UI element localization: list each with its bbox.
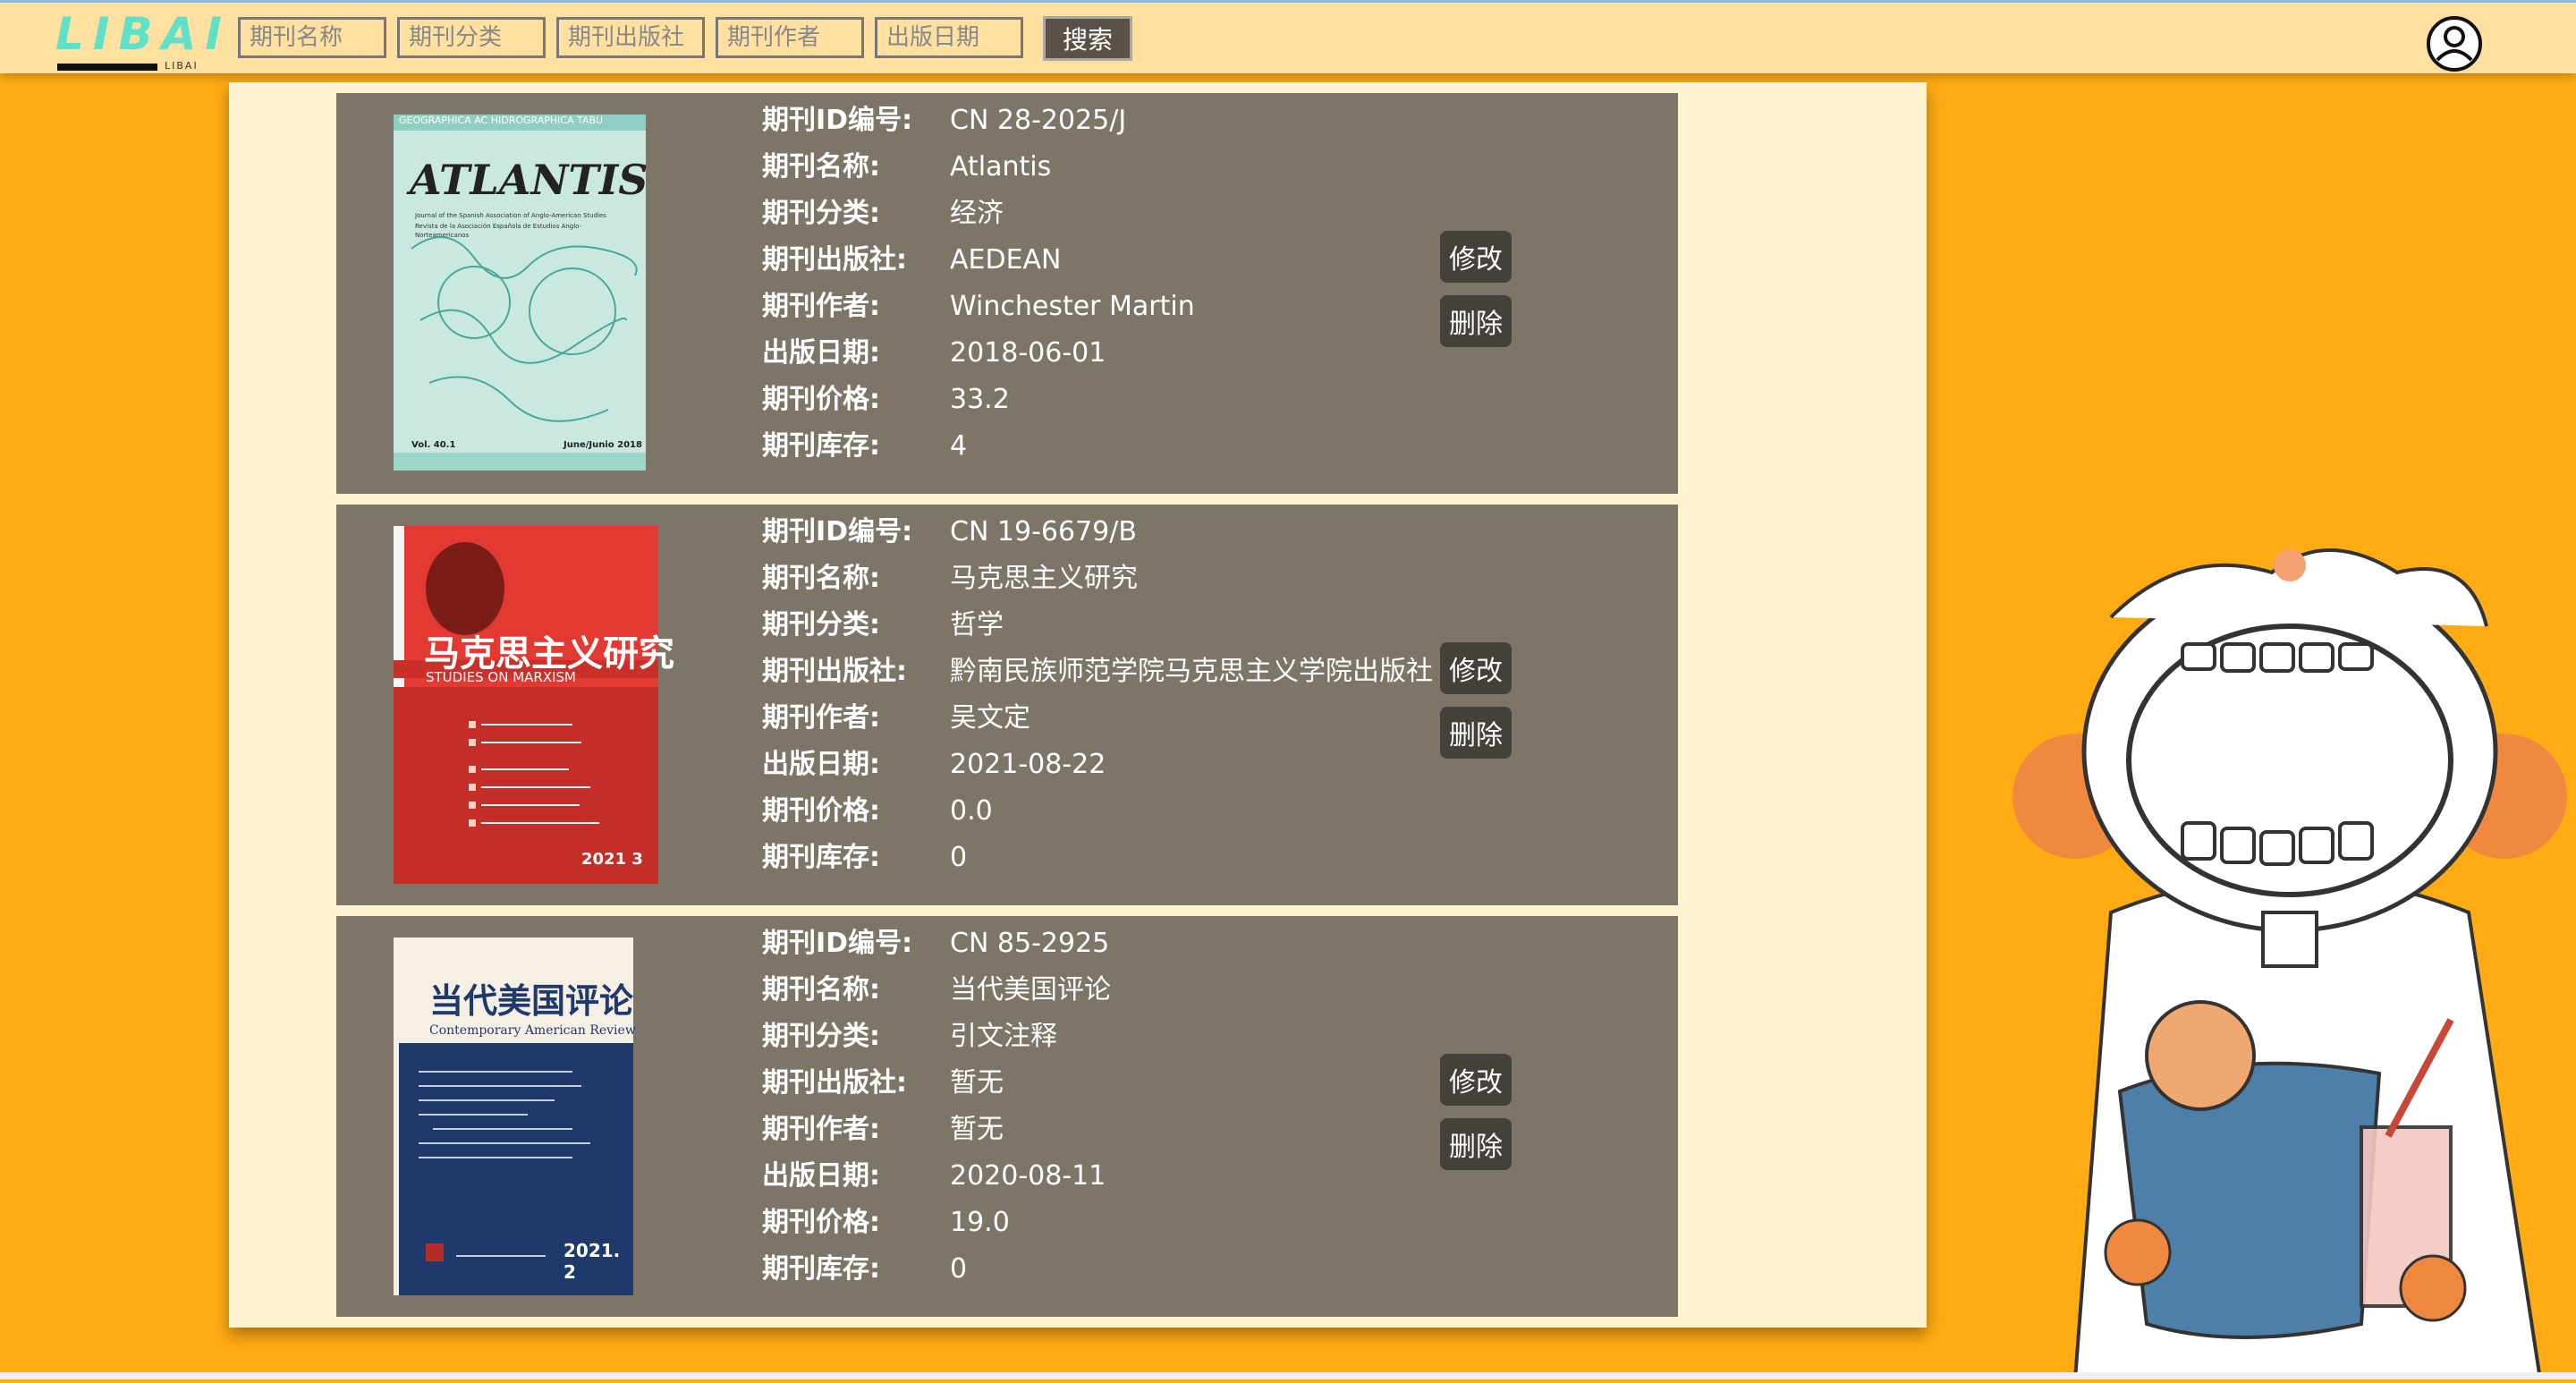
category-label: 期刊分类: <box>762 609 880 641</box>
journal-author: Winchester Martin <box>950 291 1195 322</box>
journal-cover-atlantis: GEOGRAPHICA AC HIDROGRAPHICA TABU ATLANT… <box>394 115 648 474</box>
cover-issue: 2021 3 <box>581 850 643 869</box>
journal-category: 经济 <box>950 198 1004 229</box>
category-label: 期刊分类: <box>762 198 880 229</box>
cover-title: 当代美国评论 <box>429 980 634 1021</box>
journal-name: 马克思主义研究 <box>950 563 1138 594</box>
id-label: 期刊ID编号: <box>762 516 913 547</box>
logo-text: LIBAI <box>55 8 231 60</box>
date-label: 出版日期: <box>762 337 880 369</box>
journal-stock: 4 <box>950 430 968 462</box>
cover-top-text: GEOGRAPHICA AC HIDROGRAPHICA TABU <box>399 115 604 126</box>
journal-id: CN 28-2025/J <box>950 105 1127 136</box>
edit-button[interactable]: 修改 <box>1440 1054 1512 1106</box>
journal-card: 马克思主义研究 STUDIES ON MARXISM 2021 3 期刊ID编号… <box>336 505 1678 905</box>
journal-name: 当代美国评论 <box>950 974 1111 1005</box>
search-button[interactable]: 搜索 <box>1043 16 1132 61</box>
price-label: 期刊价格: <box>762 384 880 415</box>
cover-subtitle-1: Journal of the Spanish Association of An… <box>415 212 606 219</box>
journal-price: 19.0 <box>950 1207 1010 1238</box>
journal-category: 引文注释 <box>950 1021 1057 1052</box>
journal-cover-american-review: 当代美国评论 Contemporary American Review 2021… <box>394 938 636 1299</box>
bottom-scroll-strip <box>0 1372 2576 1379</box>
delete-button[interactable]: 删除 <box>1440 295 1512 347</box>
libai-logo[interactable]: LIBAI LIBAI <box>55 8 222 72</box>
logo-subtext: LIBAI <box>165 60 199 72</box>
journal-list-panel: GEOGRAPHICA AC HIDROGRAPHICA TABU ATLANT… <box>229 82 1927 1328</box>
journal-author: 暂无 <box>950 1114 1004 1145</box>
price-label: 期刊价格: <box>762 795 880 827</box>
journal-card: GEOGRAPHICA AC HIDROGRAPHICA TABU ATLANT… <box>336 93 1678 494</box>
cover-issue: 2021. 2 <box>564 1240 621 1283</box>
journal-id: CN 19-6679/B <box>950 516 1137 547</box>
logo-underline <box>57 64 157 71</box>
journal-publisher-input[interactable] <box>556 17 705 58</box>
id-label: 期刊ID编号: <box>762 105 913 136</box>
date-label: 出版日期: <box>762 1160 880 1192</box>
category-label: 期刊分类: <box>762 1021 880 1052</box>
author-label: 期刊作者: <box>762 291 880 322</box>
delete-button[interactable]: 删除 <box>1440 1118 1512 1170</box>
cover-issue: June/Junio 2018 <box>564 440 642 450</box>
journal-stock: 0 <box>950 1253 968 1285</box>
journal-cover-marxism: 马克思主义研究 STUDIES ON MARXISM 2021 3 <box>394 526 674 887</box>
price-label: 期刊价格: <box>762 1207 880 1238</box>
journal-category-input[interactable] <box>397 17 546 58</box>
publish-date-input[interactable] <box>875 17 1023 58</box>
publisher-label: 期刊出版社: <box>762 244 907 276</box>
journal-stock: 0 <box>950 842 968 873</box>
name-label: 期刊名称: <box>762 151 880 182</box>
cover-subtitle-2: Revista de la Asociación Española de Est… <box>415 223 582 239</box>
delete-button[interactable]: 删除 <box>1440 707 1512 759</box>
stock-label: 期刊库存: <box>762 1253 880 1285</box>
journal-author: 吴文定 <box>950 702 1030 734</box>
journal-author-input[interactable] <box>716 17 864 58</box>
journal-publisher: AEDEAN <box>950 244 1062 276</box>
cover-subtitle: Contemporary American Review <box>429 1023 636 1038</box>
cover-title: ATLANTIS <box>410 156 648 204</box>
journal-publisher: 暂无 <box>950 1067 1004 1099</box>
cartoon-character-illustration <box>2004 519 2576 1383</box>
author-label: 期刊作者: <box>762 702 880 734</box>
id-label: 期刊ID编号: <box>762 928 913 959</box>
cover-subtitle: STUDIES ON MARXISM <box>426 669 576 685</box>
journal-publisher: 黔南民族师范学院马克思主义学院出版社 <box>950 656 1433 687</box>
journal-card: 当代美国评论 Contemporary American Review 2021… <box>336 916 1678 1317</box>
stock-label: 期刊库存: <box>762 430 880 462</box>
name-label: 期刊名称: <box>762 563 880 594</box>
cover-volume: Vol. 40.1 <box>411 440 456 450</box>
journal-name-input[interactable] <box>238 17 386 58</box>
journal-date: 2021-08-22 <box>950 749 1106 780</box>
journal-date: 2020-08-11 <box>950 1160 1106 1192</box>
journal-date: 2018-06-01 <box>950 337 1106 369</box>
journal-category: 哲学 <box>950 609 1004 641</box>
journal-name: Atlantis <box>950 151 1052 182</box>
journal-price: 0.0 <box>950 795 993 827</box>
publisher-label: 期刊出版社: <box>762 656 907 687</box>
edit-button[interactable]: 修改 <box>1440 231 1512 283</box>
publisher-label: 期刊出版社: <box>762 1067 907 1099</box>
journal-id: CN 85-2925 <box>950 928 1110 959</box>
name-label: 期刊名称: <box>762 974 880 1005</box>
date-label: 出版日期: <box>762 749 880 780</box>
user-circle-icon[interactable] <box>2426 15 2483 72</box>
journal-price: 33.2 <box>950 384 1010 415</box>
top-header: LIBAI LIBAI 搜索 <box>0 0 2576 73</box>
stock-label: 期刊库存: <box>762 842 880 873</box>
author-label: 期刊作者: <box>762 1114 880 1145</box>
edit-button[interactable]: 修改 <box>1440 642 1512 694</box>
